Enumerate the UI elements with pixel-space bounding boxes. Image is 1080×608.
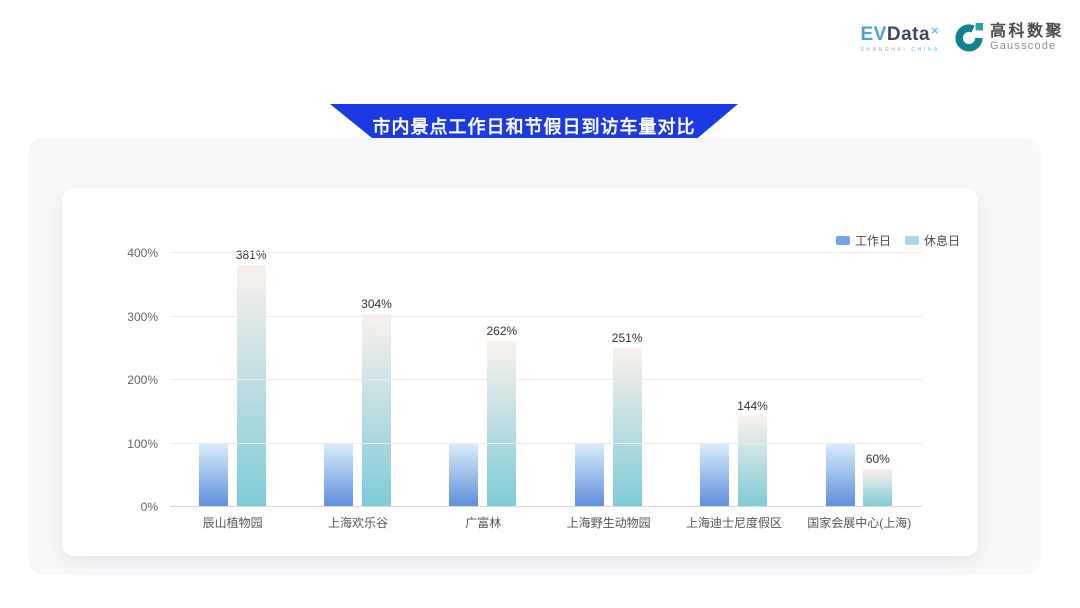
- y-tick-label: 0%: [141, 500, 158, 514]
- gausscode-name-en: Gausscode: [990, 40, 1064, 52]
- value-label: 251%: [612, 331, 643, 345]
- y-tick-label: 200%: [127, 373, 158, 387]
- evdata-x-mark-icon: ×: [931, 21, 939, 41]
- bar-group: 381%辰山植物园: [170, 253, 295, 507]
- page-title: 市内景点工作日和节假日到访车量对比: [373, 113, 696, 139]
- legend-label-workday: 工作日: [855, 232, 891, 249]
- bar-workday[interactable]: [449, 444, 478, 508]
- bar-restday[interactable]: [362, 314, 391, 507]
- bar-restday[interactable]: [738, 416, 767, 507]
- x-axis-label: 上海野生动物园: [567, 514, 651, 531]
- y-tick-label: 400%: [127, 246, 158, 260]
- bar-workday[interactable]: [700, 444, 729, 508]
- gridline: [170, 506, 922, 507]
- value-label: 304%: [361, 297, 392, 311]
- bar-workday[interactable]: [199, 444, 228, 508]
- gausscode-g-icon: [954, 22, 984, 52]
- header-logos: EV Data × SHANGHAI CHINA 高科数聚 Gausscode: [861, 22, 1065, 53]
- bar-group: 304%上海欢乐谷: [295, 253, 420, 507]
- value-label: 60%: [866, 452, 890, 466]
- evdata-logo: EV Data × SHANGHAI CHINA: [861, 25, 940, 53]
- bar-workday[interactable]: [575, 444, 604, 508]
- legend-item-restday[interactable]: 休息日: [905, 232, 960, 249]
- x-axis-label: 辰山植物园: [203, 514, 263, 531]
- plot-area: 381%辰山植物园304%上海欢乐谷262%广富林251%上海野生动物园144%…: [170, 253, 922, 507]
- gridline: [170, 252, 922, 253]
- bar-restday[interactable]: [613, 348, 642, 507]
- evdata-tagline-left: SHANGHAI: [861, 47, 908, 53]
- y-tick-label: 300%: [127, 310, 158, 324]
- legend-label-restday: 休息日: [924, 232, 960, 249]
- chart-card: 工作日 休息日 0%100%200%300%400% 381%辰山植物园304%…: [62, 188, 978, 556]
- value-label: 144%: [737, 399, 768, 413]
- gausscode-logo-text: 高科数聚 Gausscode: [990, 23, 1064, 52]
- chart-legend: 工作日 休息日: [836, 232, 960, 249]
- gausscode-logo: 高科数聚 Gausscode: [954, 22, 1064, 52]
- gridline: [170, 379, 922, 380]
- bar-restday[interactable]: [237, 265, 266, 507]
- bar-groups: 381%辰山植物园304%上海欢乐谷262%广富林251%上海野生动物园144%…: [170, 253, 922, 507]
- bar-group: 144%上海迪士尼度假区: [671, 253, 796, 507]
- bar-group: 262%广富林: [421, 253, 546, 507]
- y-axis: 0%100%200%300%400%: [62, 253, 158, 507]
- evdata-tagline-right: CHINA: [911, 47, 940, 53]
- value-label: 381%: [236, 248, 267, 262]
- bar-group: 60%国家会展中心(上海): [797, 253, 922, 507]
- legend-swatch-workday: [836, 236, 850, 245]
- y-tick-label: 100%: [127, 437, 158, 451]
- page: EV Data × SHANGHAI CHINA 高科数聚 Gausscode …: [0, 0, 1080, 608]
- bar-group: 251%上海野生动物园: [546, 253, 671, 507]
- gausscode-name-cn: 高科数聚: [990, 23, 1064, 40]
- content-panel: 工作日 休息日 0%100%200%300%400% 381%辰山植物园304%…: [28, 138, 1041, 575]
- bar-workday[interactable]: [324, 444, 353, 508]
- x-axis-label: 上海迪士尼度假区: [686, 514, 782, 531]
- evdata-logo-wordmark: EV Data ×: [861, 25, 940, 45]
- value-label: 262%: [486, 324, 517, 338]
- x-axis-label: 广富林: [465, 514, 501, 531]
- gridline: [170, 443, 922, 444]
- bar-restday[interactable]: [863, 469, 892, 507]
- legend-item-workday[interactable]: 工作日: [836, 232, 891, 249]
- evdata-logo-ev: EV: [861, 25, 887, 45]
- bar-restday[interactable]: [487, 341, 516, 507]
- x-axis-label: 上海欢乐谷: [328, 514, 388, 531]
- gridline: [170, 316, 922, 317]
- legend-swatch-restday: [905, 236, 919, 245]
- bar-workday[interactable]: [826, 444, 855, 508]
- x-axis-label: 国家会展中心(上海): [807, 514, 911, 531]
- evdata-tagline: SHANGHAI CHINA: [861, 47, 940, 53]
- evdata-logo-data: Data: [887, 25, 930, 45]
